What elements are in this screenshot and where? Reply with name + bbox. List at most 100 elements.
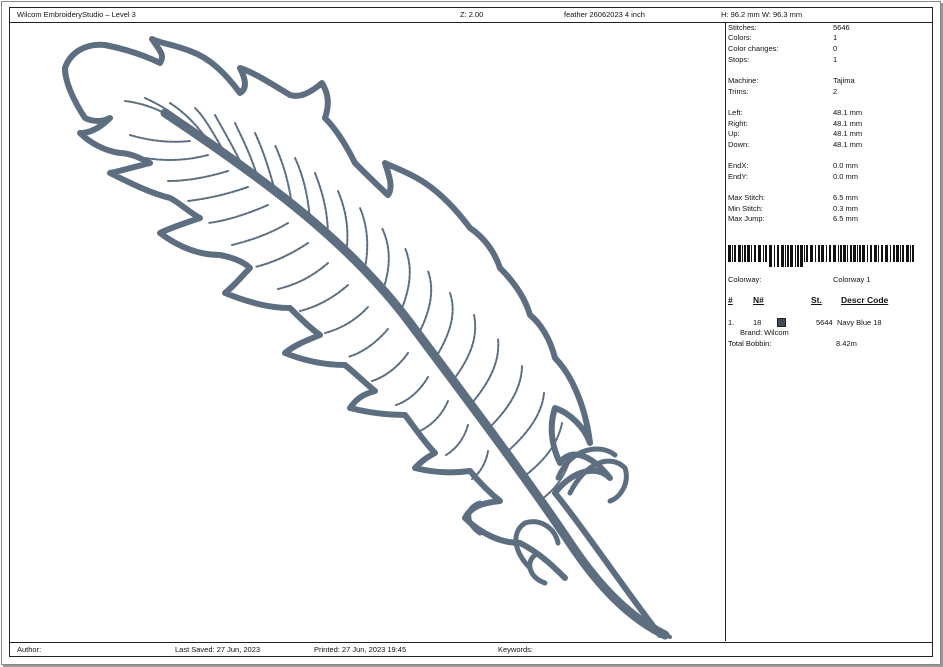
- col-header-descr-code: Descr Code: [841, 295, 889, 305]
- footer-author: Author:: [17, 645, 42, 654]
- barcode-bar: [744, 245, 746, 262]
- barcode-bar: [893, 245, 895, 262]
- color-row-descr: Navy Blue 18: [837, 318, 882, 327]
- stat-endx: EndX: 0.0 mm: [728, 161, 859, 170]
- barcode-bar: [815, 245, 816, 262]
- color-row-n: 18: [753, 318, 762, 327]
- barcode-bar: [902, 245, 904, 262]
- color-row-brand: Brand: Wilcom: [740, 328, 789, 337]
- design-size: H: 96.2 mm W: 96.3 mm: [721, 10, 803, 19]
- barcode-bar: [867, 245, 868, 262]
- barcode-bar: [742, 245, 743, 262]
- barcode-bar: [878, 245, 879, 262]
- barcode-bar: [774, 245, 775, 267]
- thread-color-swatch: [777, 318, 786, 327]
- col-header-n: N#: [753, 295, 764, 305]
- stat-max-jump: Max Jump: 6.5 mm: [728, 214, 859, 223]
- barcode-bar: [765, 245, 767, 262]
- barcode-bar: [840, 245, 842, 262]
- design-preview: [10, 23, 726, 641]
- design-name: feather 26062023 4 inch: [564, 10, 645, 19]
- barcode-bar: [826, 245, 827, 262]
- barcode-bar: [785, 245, 786, 267]
- barcode-bar: [853, 245, 856, 262]
- stat-trims: Trims: 2: [728, 87, 838, 96]
- barcode-bar: [777, 245, 779, 267]
- barcode-bar: [795, 245, 796, 267]
- barcode-bar: [747, 245, 750, 262]
- barcode-bar: [806, 245, 808, 262]
- barcode-bar: [862, 245, 865, 262]
- footer-printed: Printed: 27 Jun, 2023 19:45: [314, 645, 407, 654]
- barcode-bar: [790, 245, 793, 267]
- footer-last-saved: Last Saved: 27 Jun, 2023: [175, 645, 261, 654]
- barcode-bar: [821, 245, 824, 262]
- worksheet-header: Wilcom EmbroideryStudio – Level 3 Z: 2.0…: [10, 8, 932, 23]
- barcode-bar: [787, 245, 789, 267]
- barcode-bar: [732, 245, 733, 262]
- stat-colors: Colors: 1: [728, 33, 838, 42]
- stat-down: Down: 48.1 mm: [728, 140, 863, 149]
- barcode-bar: [734, 245, 736, 262]
- barcode-bar: [843, 245, 846, 262]
- barcode-bar: [763, 245, 764, 262]
- stat-right: Right: 48.1 mm: [728, 119, 863, 128]
- design-info-panel: Stitches: 5646 Colors: 1 Color changes: 0 S…: [726, 23, 932, 641]
- colorway-row: Colorway: Colorway 1: [728, 275, 871, 284]
- stat-min-stitch: Min Stitch: 0.3 mm: [728, 204, 859, 213]
- stat-left: Left: 48.1 mm: [728, 108, 863, 117]
- barcode-bar: [738, 245, 741, 262]
- barcode-bar: [870, 245, 872, 262]
- barcode-bar: [829, 245, 831, 262]
- stat-endy: EndY: 0.0 mm: [728, 172, 859, 181]
- feather-embroidery-design: [62, 36, 672, 640]
- barcode-bar: [896, 245, 899, 262]
- worksheet-footer: Author: Last Saved: 27 Jun, 2023 Printed…: [10, 642, 932, 656]
- color-row-num: 1.: [728, 318, 735, 327]
- color-row-st: 5644: [816, 318, 833, 327]
- barcode-bar: [838, 245, 839, 262]
- barcode-bar: [818, 245, 820, 262]
- feather-barbs: [124, 97, 571, 500]
- stat-color-changes: Color changes: 0: [728, 44, 838, 53]
- stat-max-stitch: Max Stitch: 6.5 mm: [728, 193, 859, 202]
- barcode-bar: [881, 245, 883, 262]
- barcode-bar: [833, 245, 836, 262]
- footer-keywords: Keywords:: [498, 645, 534, 654]
- barcode-bar: [751, 245, 752, 262]
- design-barcode: [728, 245, 914, 267]
- stat-machine: Machine: Tajima: [728, 76, 855, 85]
- col-header-st: St.: [811, 295, 822, 305]
- production-worksheet: Wilcom EmbroideryStudio – Level 3 Z: 2.0…: [9, 7, 933, 657]
- barcode-bar: [912, 245, 914, 262]
- barcode-bar: [859, 245, 861, 262]
- barcode-bar: [781, 245, 784, 267]
- barcode-bar: [810, 245, 813, 262]
- zoom-level: Z: 2.00: [460, 10, 484, 19]
- barcode-bar: [797, 245, 799, 267]
- barcode-bar: [769, 245, 772, 267]
- barcode-bar: [758, 245, 761, 262]
- barcode-bar: [728, 245, 731, 262]
- barcode-bar: [754, 245, 756, 262]
- barcode-bar: [890, 245, 891, 262]
- stat-stops: Stops: 1: [728, 55, 838, 64]
- barcode-bar: [800, 245, 803, 267]
- barcode-bar: [847, 245, 848, 262]
- barcode-bar: [906, 245, 909, 262]
- col-header-num: #: [728, 295, 733, 305]
- total-bobbin-label: Total Bobbin:: [728, 339, 772, 348]
- barcode-bar: [885, 245, 888, 262]
- stat-up: Up: 48.1 mm: [728, 129, 863, 138]
- barcode-bar: [804, 245, 805, 262]
- total-bobbin-value: 8.42m: [836, 339, 857, 348]
- barcode-bar: [857, 245, 858, 262]
- stat-stitches: Stitches: 5646: [728, 23, 850, 32]
- app-title: Wilcom EmbroideryStudio – Level 3: [17, 10, 136, 19]
- feather-quill: [160, 108, 670, 640]
- barcode-bar: [850, 245, 852, 262]
- barcode-bar: [900, 245, 901, 262]
- barcode-bar: [874, 245, 877, 262]
- print-preview-frame: Wilcom EmbroideryStudio – Level 3 Z: 2.0…: [1, 1, 941, 665]
- barcode-bar: [910, 245, 911, 262]
